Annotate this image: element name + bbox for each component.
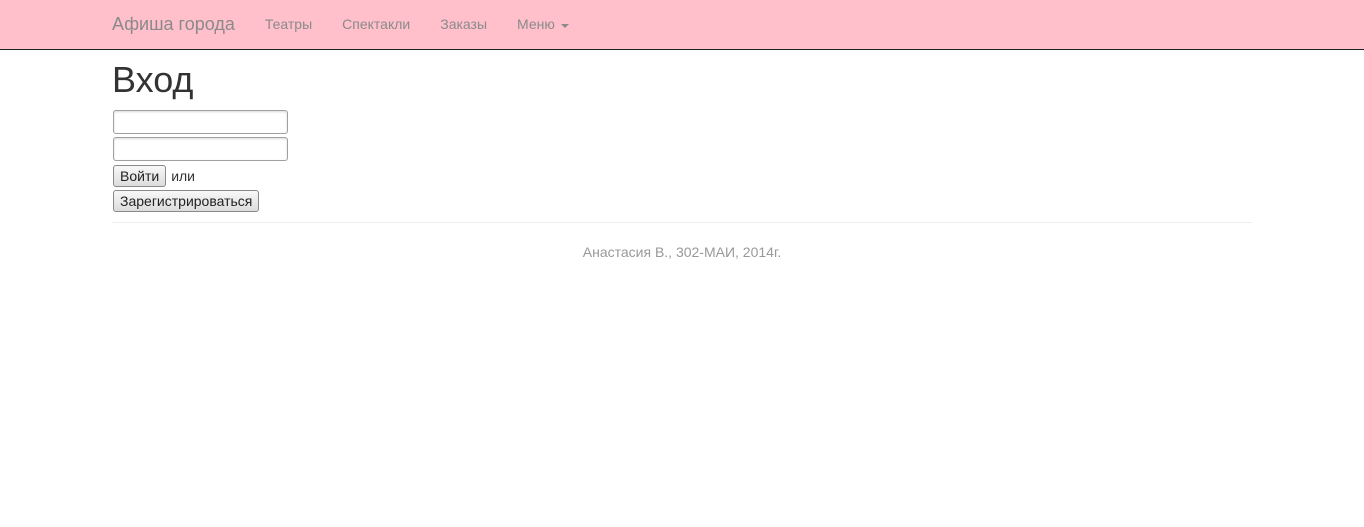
nav-item-menu-dropdown[interactable]: Меню bbox=[517, 0, 569, 49]
register-button[interactable]: Зарегистрироваться bbox=[113, 190, 260, 212]
nav-item-label: Спектакли bbox=[342, 16, 411, 32]
login-input[interactable] bbox=[113, 110, 288, 134]
main-container: Вход Войти или Зарегистрироваться Анаста… bbox=[112, 50, 1252, 260]
or-text: или bbox=[171, 168, 195, 184]
login-form: Войти или Зарегистрироваться bbox=[112, 110, 1252, 214]
nav-item-theaters[interactable]: Театры bbox=[265, 0, 312, 49]
nav-item-performances[interactable]: Спектакли bbox=[342, 0, 410, 49]
password-input[interactable] bbox=[113, 137, 288, 161]
nav-item-label: Заказы bbox=[440, 16, 488, 32]
brand-link[interactable]: Афиша города bbox=[112, 0, 235, 49]
nav-item-orders[interactable]: Заказы bbox=[440, 0, 487, 49]
navbar-content: Афиша города Театры Спектакли Заказы Мен… bbox=[112, 0, 599, 49]
footer-divider bbox=[112, 222, 1252, 223]
login-button[interactable]: Войти bbox=[113, 165, 167, 187]
submit-row: Войти или bbox=[112, 164, 1252, 188]
page-title: Вход bbox=[112, 59, 194, 100]
footer-text: Анастасия В., 302-МАИ, 2014г. bbox=[582, 244, 782, 260]
nav-item-label: Театры bbox=[264, 16, 313, 32]
caret-down-icon bbox=[560, 23, 569, 28]
register-row: Зарегистрироваться bbox=[112, 190, 1252, 214]
top-navbar: Афиша города Театры Спектакли Заказы Мен… bbox=[0, 0, 1364, 50]
nav-item-label: Меню bbox=[517, 16, 555, 32]
